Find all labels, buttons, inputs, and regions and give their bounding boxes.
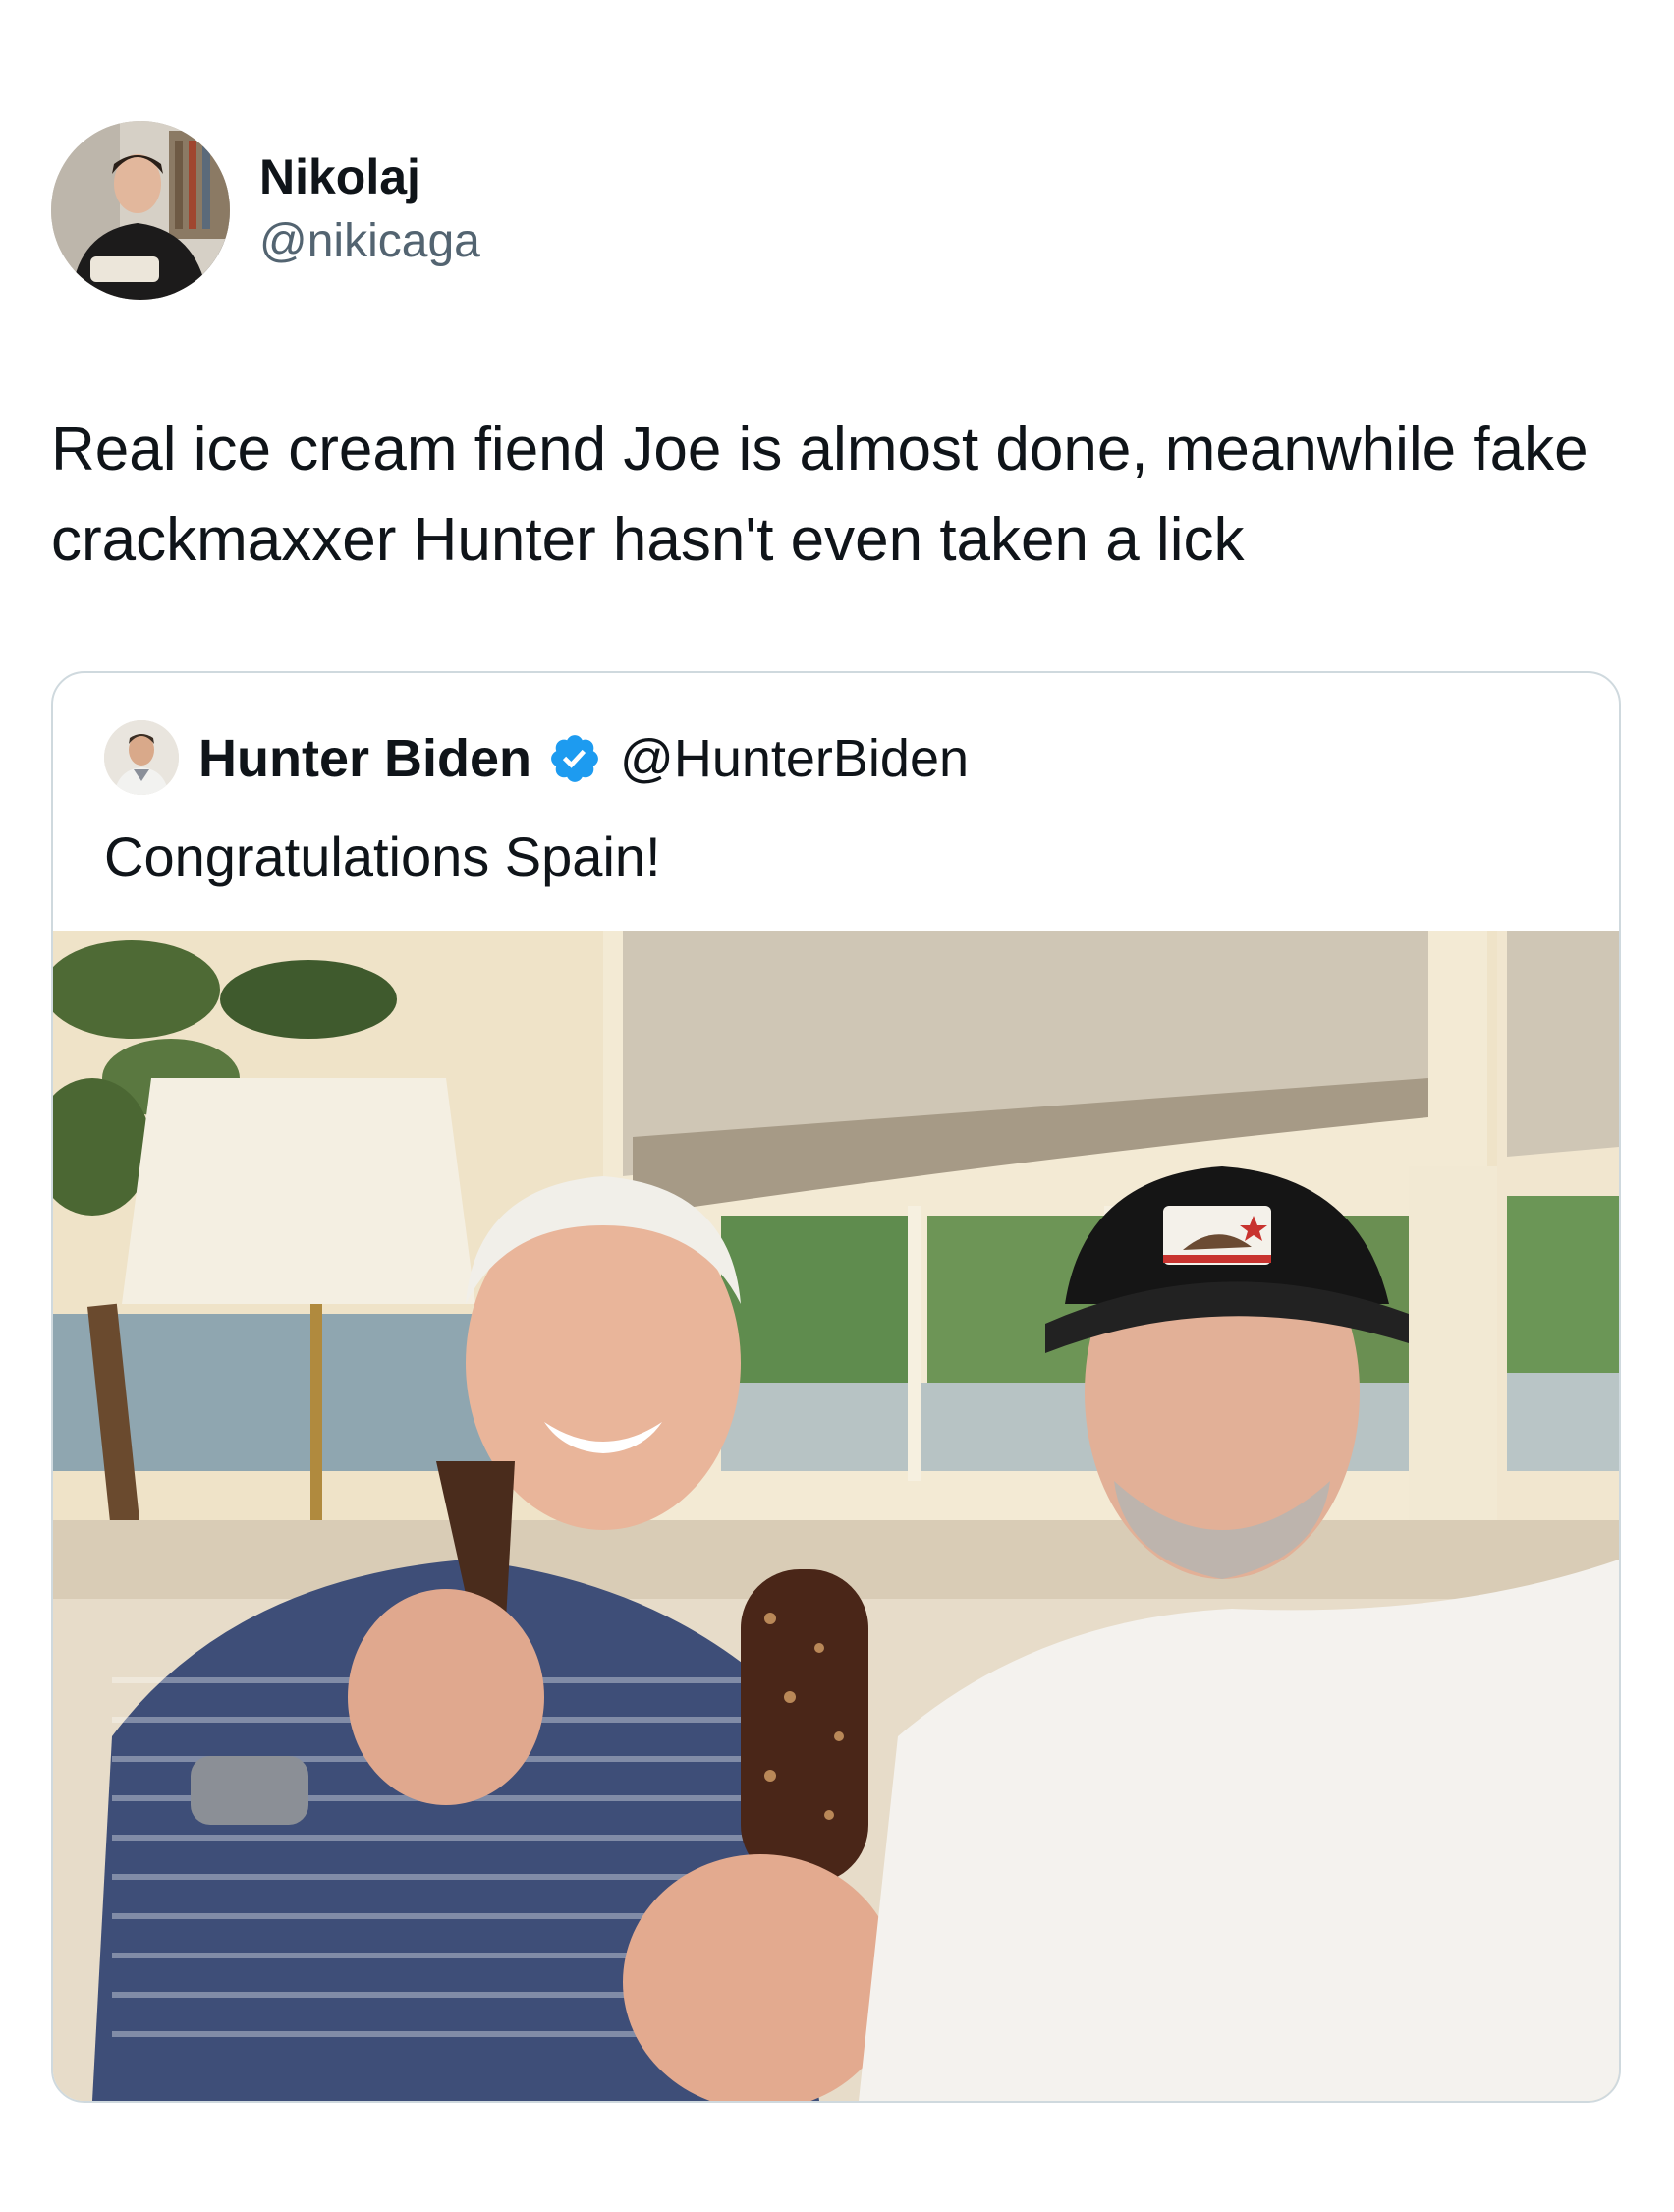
- author-avatar[interactable]: [51, 121, 230, 300]
- profile-photo-icon: [51, 121, 230, 300]
- author-name[interactable]: Nikolaj: [259, 147, 480, 206]
- profile-photo-icon: [104, 720, 179, 795]
- quoted-header: Hunter Biden @HunterBiden: [198, 724, 969, 793]
- quoted-media-photo[interactable]: [53, 931, 1619, 2101]
- quoted-tweet[interactable]: Hunter Biden @HunterBiden Congratulation…: [51, 671, 1621, 2103]
- quoted-author-avatar[interactable]: [104, 720, 179, 795]
- author-handle[interactable]: @nikicaga: [259, 212, 480, 271]
- quoted-author-handle[interactable]: @HunterBiden: [620, 728, 969, 789]
- photo-illustration: [53, 931, 1619, 2101]
- quoted-tweet-text: Congratulations Spain!: [104, 825, 661, 887]
- author-block: Nikolaj @nikicaga: [259, 147, 480, 271]
- quoted-author-name[interactable]: Hunter Biden: [198, 728, 531, 789]
- tweet: Nikolaj @nikicaga Real ice cream fiend J…: [0, 0, 1674, 2212]
- tweet-text: Real ice cream fiend Joe is almost done,…: [51, 416, 1589, 574]
- verified-badge-icon: [547, 731, 602, 786]
